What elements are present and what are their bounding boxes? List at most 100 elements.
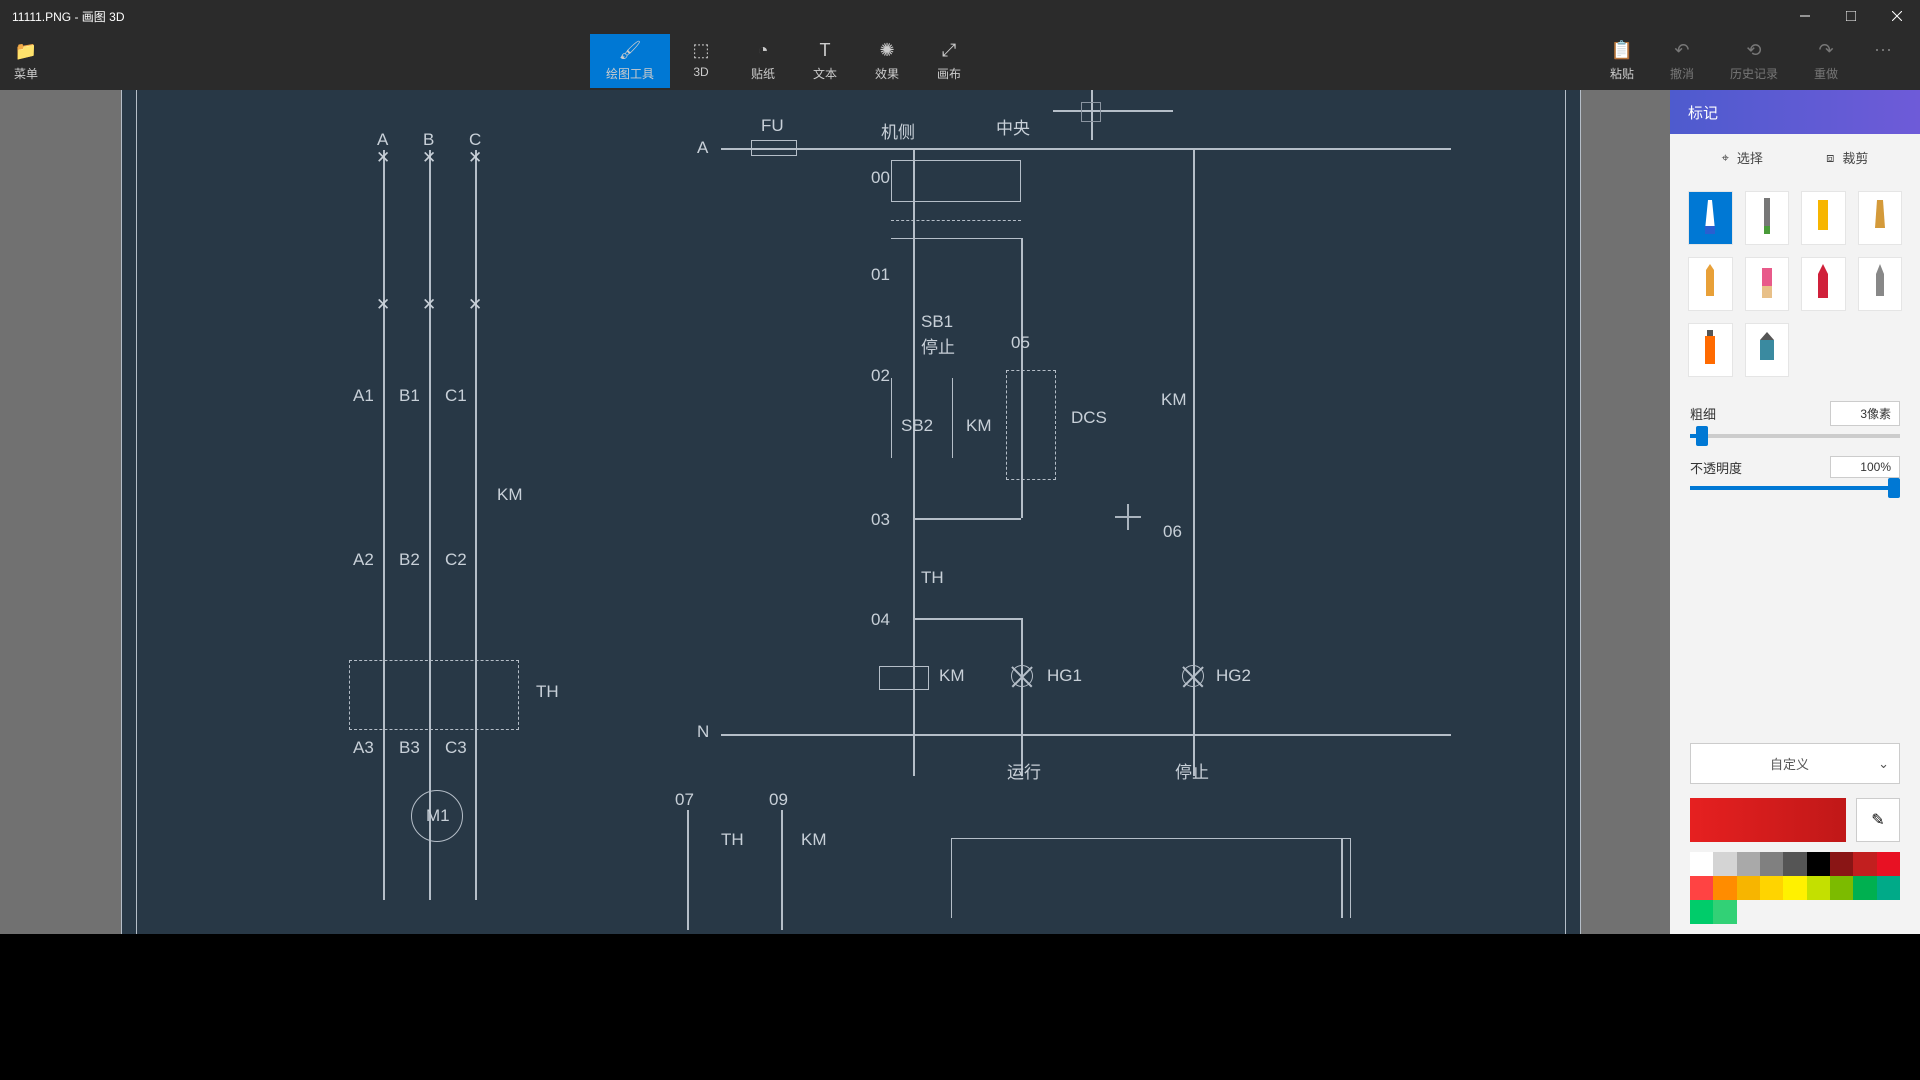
- opacity-slider[interactable]: [1690, 486, 1900, 490]
- brush-highlighter[interactable]: [1801, 191, 1846, 245]
- brush-calligraphy[interactable]: [1745, 191, 1790, 245]
- palette-color[interactable]: [1713, 852, 1736, 876]
- menu-label: 菜单: [14, 65, 38, 82]
- oil-icon: [1865, 194, 1895, 243]
- eraser-icon: [1752, 260, 1782, 309]
- spray-icon: [1695, 326, 1725, 375]
- bottom-bar: [0, 934, 1920, 1080]
- text-icon: T: [820, 40, 831, 61]
- palette-color[interactable]: [1830, 852, 1853, 876]
- current-color[interactable]: [1690, 798, 1846, 842]
- material-select[interactable]: 自定义 ⌄: [1690, 743, 1900, 784]
- marker-icon: [1695, 194, 1725, 243]
- maximize-button[interactable]: [1828, 0, 1874, 32]
- palette-color[interactable]: [1807, 876, 1830, 900]
- crop-tool-button[interactable]: ⧈裁剪: [1826, 148, 1868, 167]
- chevron-down-icon: ⌄: [1878, 756, 1889, 772]
- more-button[interactable]: ⋯: [1856, 36, 1910, 86]
- palette-color[interactable]: [1737, 852, 1760, 876]
- tab-effects[interactable]: ✺效果: [856, 34, 918, 88]
- redo-icon: ↷: [1818, 40, 1833, 61]
- palette-color[interactable]: [1690, 852, 1713, 876]
- highlighter-icon: [1808, 194, 1838, 243]
- brush-spray[interactable]: [1688, 323, 1733, 377]
- brush-eraser[interactable]: [1745, 257, 1790, 311]
- titlebar: 11111.PNG - 画图 3D: [0, 0, 1920, 32]
- thickness-slider[interactable]: [1690, 434, 1900, 438]
- tab-3d[interactable]: ⬚3D: [670, 34, 732, 88]
- calligraphy-icon: [1752, 194, 1782, 243]
- palette-color[interactable]: [1830, 876, 1853, 900]
- menu-button[interactable]: 📁 菜单: [0, 37, 52, 86]
- pointer-icon: ⌖: [1722, 150, 1729, 166]
- palette-color[interactable]: [1690, 876, 1713, 900]
- close-button[interactable]: [1874, 0, 1920, 32]
- brush-grid: [1670, 181, 1920, 387]
- tab-canvas[interactable]: ⤢画布: [918, 34, 980, 88]
- effects-icon: ✺: [879, 40, 894, 61]
- brush-oil[interactable]: [1858, 191, 1903, 245]
- palette-color[interactable]: [1713, 900, 1736, 924]
- right-tools: 📋粘贴 ↶撤消 ⟲历史记录 ↷重做 ⋯: [1592, 36, 1910, 86]
- crop-icon: ⧈: [1826, 150, 1834, 166]
- redo-button[interactable]: ↷重做: [1796, 36, 1856, 86]
- pencil-icon: [1695, 260, 1725, 309]
- cad-drawing: A B C ✕ ✕ ✕ ✕ ✕ ✕ A1 B1 C1: [121, 90, 1581, 934]
- undo-icon: ↶: [1674, 40, 1689, 61]
- opacity-value[interactable]: 100%: [1830, 456, 1900, 478]
- history-button[interactable]: ⟲历史记录: [1712, 36, 1796, 86]
- sticker-icon: ◔: [758, 40, 769, 61]
- panel-header: 标记: [1670, 90, 1920, 134]
- minimize-button[interactable]: [1782, 0, 1828, 32]
- paste-icon: 📋: [1611, 40, 1633, 61]
- window-controls: [1782, 0, 1920, 32]
- eyedropper-button[interactable]: ✎: [1856, 798, 1900, 842]
- palette-color[interactable]: [1783, 852, 1806, 876]
- history-icon: ⟲: [1746, 40, 1761, 61]
- eyedropper-icon: ✎: [1871, 810, 1884, 830]
- palette-color[interactable]: [1807, 852, 1830, 876]
- palette-color[interactable]: [1690, 900, 1713, 924]
- palette-color[interactable]: [1853, 876, 1876, 900]
- tab-text[interactable]: T文本: [794, 34, 856, 88]
- palette-color[interactable]: [1760, 876, 1783, 900]
- palette-color[interactable]: [1877, 876, 1900, 900]
- panel-tools-row: ⌖选择 ⧈裁剪: [1670, 134, 1920, 181]
- brush-icon: 🖌: [619, 40, 642, 61]
- brush-watercolor[interactable]: [1858, 257, 1903, 311]
- main-area: A B C ✕ ✕ ✕ ✕ ✕ ✕ A1 B1 C1: [0, 90, 1920, 934]
- brush-fill[interactable]: [1745, 323, 1790, 377]
- color-section: 自定义 ⌄ ✎: [1670, 733, 1920, 934]
- brush-crayon[interactable]: [1801, 257, 1846, 311]
- palette-color[interactable]: [1713, 876, 1736, 900]
- palette-color[interactable]: [1877, 852, 1900, 876]
- tool-tabs: 🖌绘图工具 ⬚3D ◔贴纸 T文本 ✺效果 ⤢画布: [590, 34, 980, 88]
- select-tool-button[interactable]: ⌖选择: [1722, 148, 1763, 167]
- canvas-icon: ⤢: [942, 40, 956, 61]
- color-palette: [1690, 852, 1900, 924]
- cube-icon: ⬚: [693, 40, 710, 61]
- palette-color[interactable]: [1783, 876, 1806, 900]
- brush-pencil[interactable]: [1688, 257, 1733, 311]
- brush-marker[interactable]: [1688, 191, 1733, 245]
- window-title: 11111.PNG - 画图 3D: [12, 8, 1782, 25]
- undo-button[interactable]: ↶撤消: [1652, 36, 1712, 86]
- canvas-wrapper: A B C ✕ ✕ ✕ ✕ ✕ ✕ A1 B1 C1: [0, 90, 1670, 934]
- tab-brush[interactable]: 🖌绘图工具: [590, 34, 670, 88]
- canvas[interactable]: A B C ✕ ✕ ✕ ✕ ✕ ✕ A1 B1 C1: [85, 90, 1585, 934]
- thickness-value[interactable]: 3像素: [1830, 401, 1900, 426]
- palette-color[interactable]: [1853, 852, 1876, 876]
- tab-stickers[interactable]: ◔贴纸: [732, 34, 794, 88]
- opacity-label: 不透明度: [1690, 458, 1742, 477]
- watercolor-icon: [1865, 260, 1895, 309]
- crosshair-cursor: [1115, 504, 1141, 530]
- fill-icon: [1752, 326, 1782, 375]
- crayon-icon: [1808, 260, 1838, 309]
- folder-icon: 📁: [15, 41, 37, 62]
- toolbar: 📁 菜单 🖌绘图工具 ⬚3D ◔贴纸 T文本 ✺效果 ⤢画布 📋粘贴 ↶撤消 ⟲…: [0, 32, 1920, 90]
- thickness-label: 粗细: [1690, 404, 1716, 423]
- thickness-section: 粗细 3像素 不透明度 100%: [1670, 387, 1920, 522]
- palette-color[interactable]: [1737, 876, 1760, 900]
- paste-button[interactable]: 📋粘贴: [1592, 36, 1652, 86]
- palette-color[interactable]: [1760, 852, 1783, 876]
